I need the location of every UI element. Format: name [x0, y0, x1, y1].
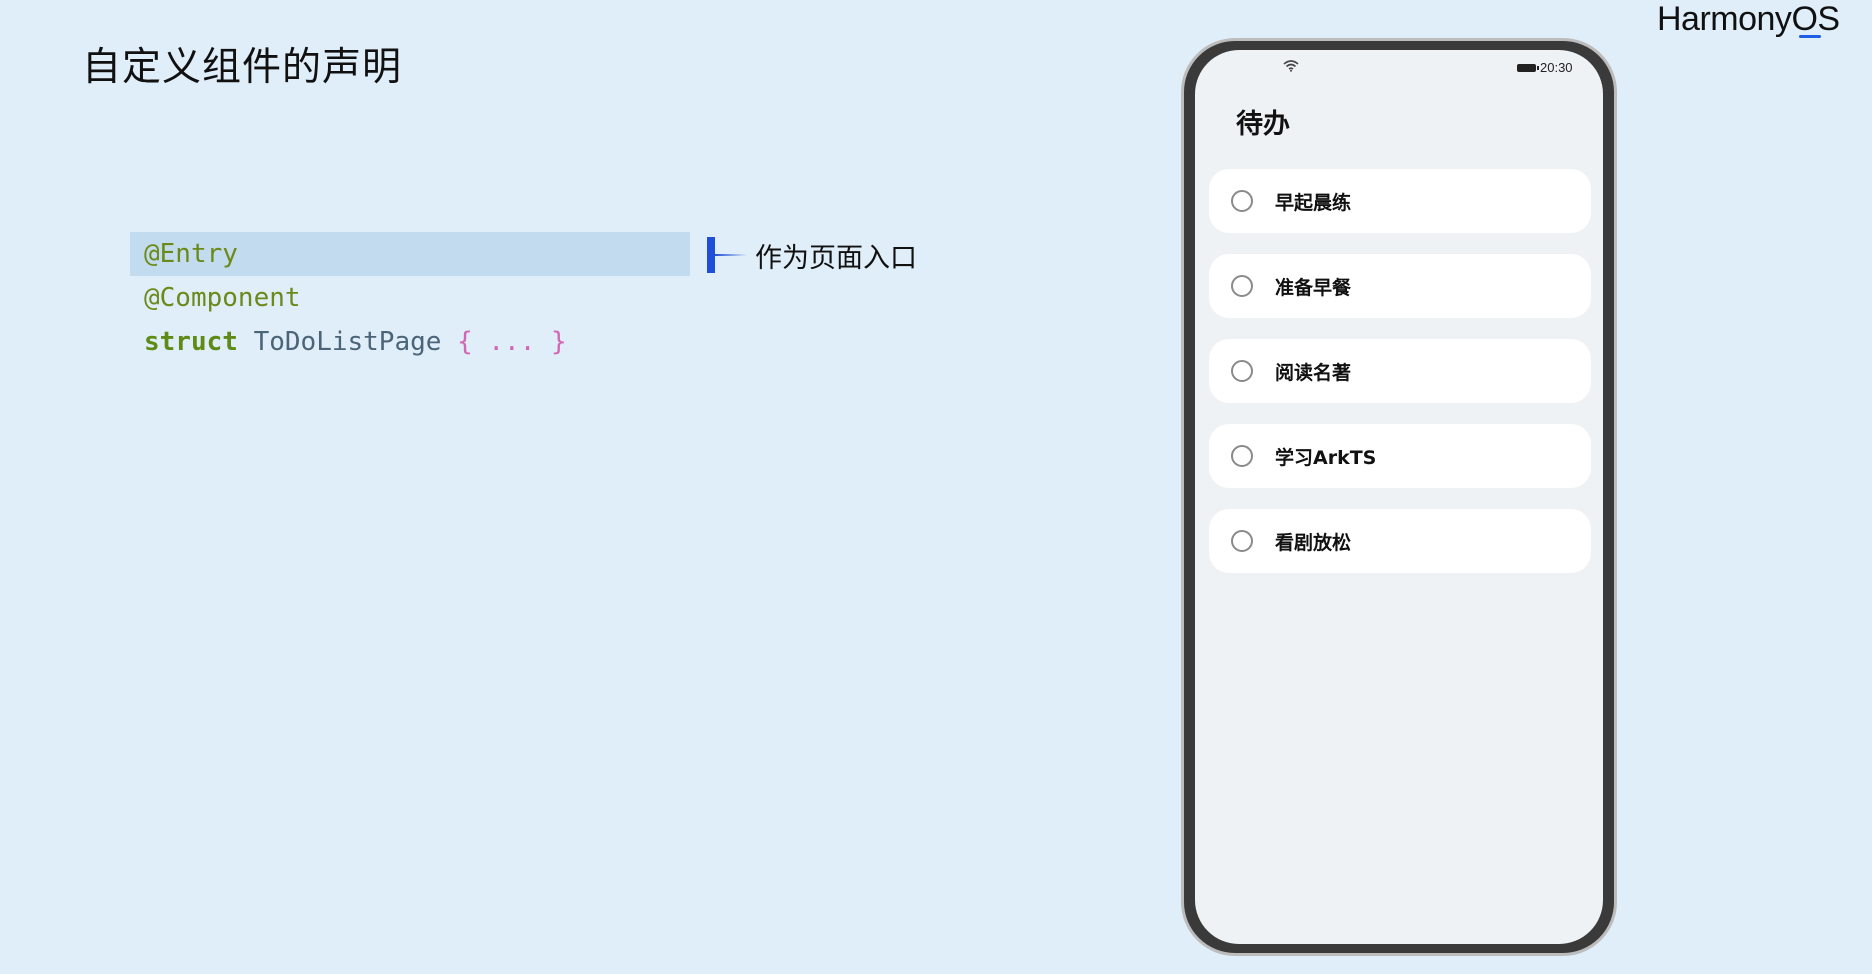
todo-item[interactable]: 看剧放松 [1209, 509, 1591, 573]
battery-icon [1517, 64, 1539, 72]
callout-text: 作为页面入口 [755, 242, 917, 274]
callout: 作为页面入口 [707, 236, 917, 274]
phone-frame: 20:30 待办 早起晨练 准备早餐 阅读名著 学习ArkTS 看剧放松 [1181, 38, 1617, 956]
todo-item[interactable]: 早起晨练 [1209, 169, 1591, 233]
code-block: @Entry @Component struct ToDoListPage { … [130, 232, 690, 364]
todo-item[interactable]: 准备早餐 [1209, 254, 1591, 318]
callout-connector [715, 254, 747, 256]
checkbox-circle-icon[interactable] [1231, 190, 1253, 212]
code-line-component: @Component [130, 276, 690, 320]
code-line-struct: struct ToDoListPage { ... } [130, 320, 690, 364]
app-title: 待办 [1236, 109, 1290, 140]
todo-label: 学习ArkTS [1275, 446, 1377, 469]
entry-decorator: @Entry [144, 239, 238, 269]
todo-item[interactable]: 阅读名著 [1209, 339, 1591, 403]
checkbox-circle-icon[interactable] [1231, 360, 1253, 382]
callout-bar [707, 237, 715, 273]
checkbox-circle-icon[interactable] [1231, 275, 1253, 297]
todo-label: 准备早餐 [1275, 276, 1352, 299]
code-line-entry: @Entry [130, 232, 690, 276]
slide-title: 自定义组件的声明 [82, 45, 403, 90]
struct-body: { ... } [457, 327, 567, 357]
checkbox-circle-icon[interactable] [1231, 530, 1253, 552]
checkbox-circle-icon[interactable] [1231, 445, 1253, 467]
status-time: 20:30 [1540, 60, 1573, 75]
wifi-icon [1283, 60, 1299, 72]
struct-name: ToDoListPage [253, 327, 442, 357]
struct-keyword: struct [144, 327, 238, 357]
todo-label: 阅读名著 [1275, 361, 1352, 384]
phone-screen: 20:30 待办 早起晨练 准备早餐 阅读名著 学习ArkTS 看剧放松 [1195, 50, 1603, 944]
logo-underline [1799, 35, 1822, 38]
status-bar: 20:30 [1195, 56, 1603, 76]
todo-list: 早起晨练 准备早餐 阅读名著 学习ArkTS 看剧放松 [1209, 169, 1591, 594]
harmonyos-logo: HarmonyOS [1657, 0, 1840, 39]
todo-label: 看剧放松 [1275, 531, 1352, 554]
logo-text-prefix: Harmony [1657, 0, 1792, 38]
todo-item[interactable]: 学习ArkTS [1209, 424, 1591, 488]
logo-text-suffix: OS [1791, 0, 1840, 38]
component-decorator: @Component [144, 283, 301, 313]
todo-label: 早起晨练 [1275, 191, 1352, 214]
